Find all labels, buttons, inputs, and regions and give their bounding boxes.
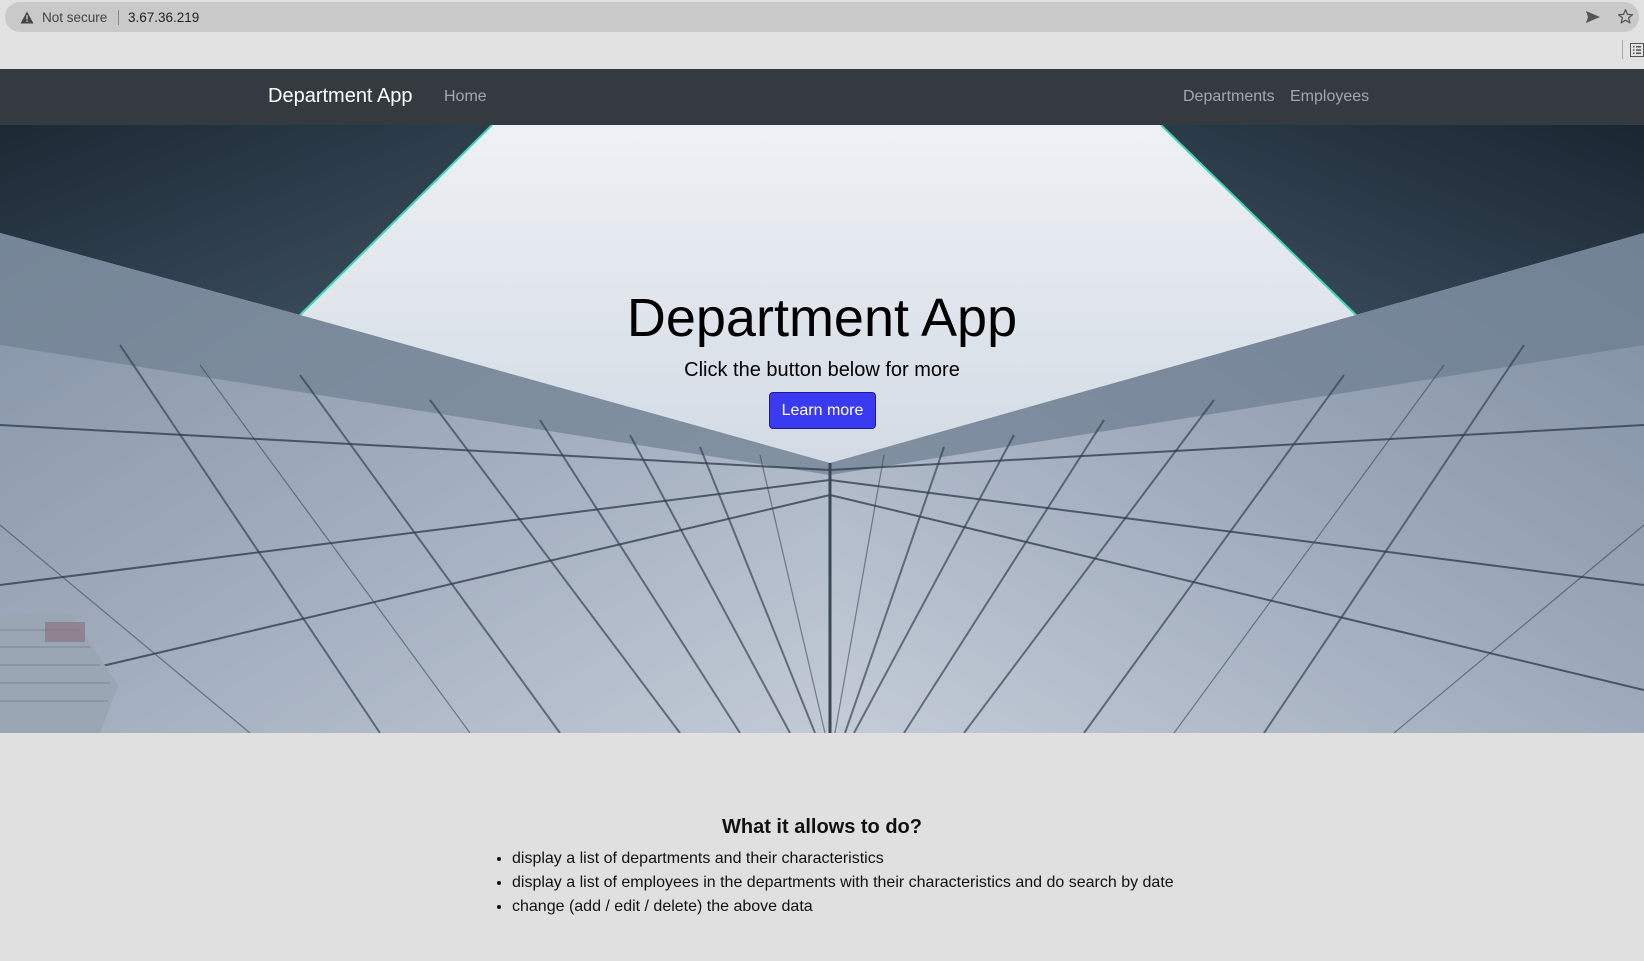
feature-list: display a list of departments and their …	[512, 849, 1174, 921]
info-title: What it allows to do?	[722, 816, 922, 838]
security-label[interactable]: Not secure	[42, 10, 107, 25]
list-item: change (add / edit / delete) the above d…	[512, 897, 1174, 921]
navbar-brand[interactable]: Department App	[268, 85, 413, 108]
nav-link-employees[interactable]: Employees	[1290, 88, 1369, 106]
bookmark-star-icon[interactable]	[1617, 8, 1634, 25]
toolbar-divider	[1622, 40, 1623, 59]
navbar: Department App Home Departments Employee…	[0, 69, 1644, 125]
send-icon[interactable]	[1585, 10, 1601, 24]
reading-list-icon[interactable]	[1630, 43, 1644, 57]
address-bar[interactable]: Not secure 3.67.36.219	[5, 2, 1639, 32]
url-text[interactable]: 3.67.36.219	[128, 10, 199, 25]
hero-title: Department App	[626, 288, 1018, 348]
hero-subtitle: Click the button below for more	[684, 359, 960, 381]
learn-more-button[interactable]: Learn more	[769, 392, 876, 429]
hero-section: Department App Click the button below fo…	[0, 125, 1644, 733]
warning-icon[interactable]	[20, 11, 34, 24]
list-item: display a list of departments and their …	[512, 849, 1174, 873]
nav-link-departments[interactable]: Departments	[1183, 88, 1275, 106]
nav-link-home[interactable]: Home	[444, 88, 487, 106]
address-divider	[118, 10, 119, 25]
hero-background-image	[0, 125, 1644, 733]
list-item: display a list of employees in the depar…	[512, 873, 1174, 897]
browser-toolbar: Not secure 3.67.36.219	[0, 0, 1644, 69]
